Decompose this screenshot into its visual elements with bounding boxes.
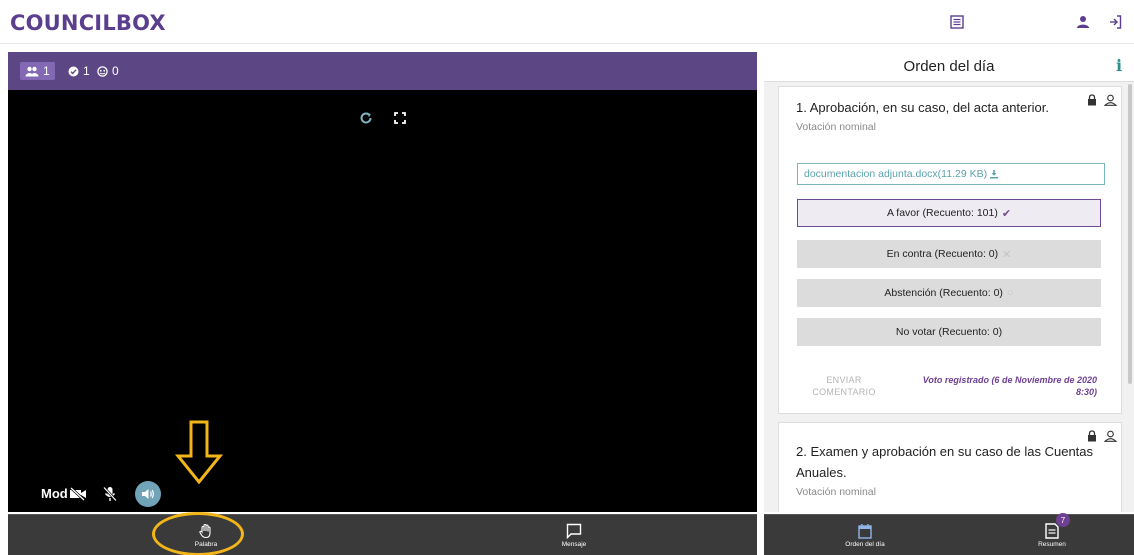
- calendar-icon: [858, 524, 872, 539]
- voting-type: Votación nominal: [796, 486, 876, 498]
- moderator-label: Mod: [41, 486, 68, 501]
- orden-del-dia-button[interactable]: Orden del día: [830, 515, 900, 555]
- bottom-toolbar-left: Palabra Mensaje: [8, 514, 757, 555]
- presenter-icon[interactable]: [1103, 429, 1117, 443]
- summary-document-icon: [1045, 523, 1059, 539]
- agenda-panel: Orden del día i 1. Aprobación, en su cas…: [764, 52, 1134, 512]
- user-icon[interactable]: [1072, 11, 1094, 33]
- circle-icon: ○: [1006, 287, 1014, 299]
- check-icon: ✔: [1001, 207, 1012, 220]
- mic-off-icon[interactable]: [100, 484, 120, 504]
- download-icon: [990, 170, 999, 179]
- guests-count[interactable]: 0: [97, 62, 119, 80]
- agenda-item-card: 1. Aprobación, en su caso, del acta ante…: [778, 86, 1122, 414]
- vote-option-a-favor[interactable]: A favor (Recuento: 101) ✔: [797, 199, 1101, 227]
- presenter-icon[interactable]: [1103, 93, 1117, 107]
- agenda-item-title: 2. Examen y aprobación en su caso de las…: [796, 444, 1094, 459]
- online-count[interactable]: 1: [68, 62, 90, 80]
- participants-count[interactable]: 1: [20, 62, 55, 80]
- logout-icon[interactable]: [1104, 11, 1126, 33]
- lock-icon: [1085, 93, 1099, 107]
- agenda-item-title: 1. Aprobación, en su caso, del acta ante…: [796, 100, 1049, 115]
- vote-registered-status: Voto registrado (6 de Noviembre de 2020 …: [922, 375, 1097, 397]
- refresh-icon[interactable]: [357, 109, 375, 127]
- vote-option-en-contra[interactable]: En contra (Recuento: 0) ✕: [797, 240, 1101, 268]
- agenda-item-title-continued: Anuales.: [796, 465, 847, 480]
- agenda-header: Orden del día i: [764, 52, 1134, 82]
- annotation-arrow: [175, 420, 223, 484]
- check-circle-icon: [68, 66, 79, 76]
- vote-option-abstencion[interactable]: Abstención (Recuento: 0) ○: [797, 279, 1101, 307]
- bottom-toolbar-right: Orden del día Resumen 7: [764, 513, 1134, 555]
- fullscreen-icon[interactable]: [391, 109, 409, 127]
- mensaje-button[interactable]: Mensaje: [544, 515, 604, 555]
- cross-icon: ✕: [1002, 248, 1012, 261]
- users-icon: [25, 66, 39, 76]
- message-icon: [566, 523, 582, 539]
- voting-type: Votación nominal: [796, 121, 876, 133]
- app-header: COUNCILBOX: [0, 0, 1134, 44]
- video-area: 1 1 0 Mod: [8, 52, 757, 539]
- logo: COUNCILBOX: [10, 11, 166, 35]
- send-comment-button[interactable]: ENVIAR COMENTARIO: [809, 374, 879, 398]
- agenda-title: Orden del día: [903, 58, 995, 75]
- annotation-highlight-circle: [152, 512, 244, 555]
- volume-button[interactable]: [135, 481, 161, 507]
- attachment-link[interactable]: documentacion adjunta.docx(11.29 KB): [797, 163, 1105, 185]
- speaker-icon: [142, 489, 154, 499]
- scrollbar[interactable]: [1128, 84, 1132, 384]
- resumen-count-badge: 7: [1056, 513, 1070, 527]
- guest-icon: [97, 65, 108, 77]
- agenda-item-card: 2. Examen y aprobación en su caso de las…: [778, 422, 1122, 512]
- lock-icon: [1085, 429, 1099, 443]
- info-icon[interactable]: i: [1114, 57, 1124, 75]
- vote-option-no-votar[interactable]: No votar (Recuento: 0): [797, 318, 1101, 346]
- agenda-list-icon[interactable]: [946, 11, 968, 33]
- resumen-button[interactable]: Resumen 7: [1022, 513, 1082, 555]
- video-topbar: 1 1 0: [8, 52, 757, 90]
- camera-off-icon[interactable]: [68, 484, 88, 504]
